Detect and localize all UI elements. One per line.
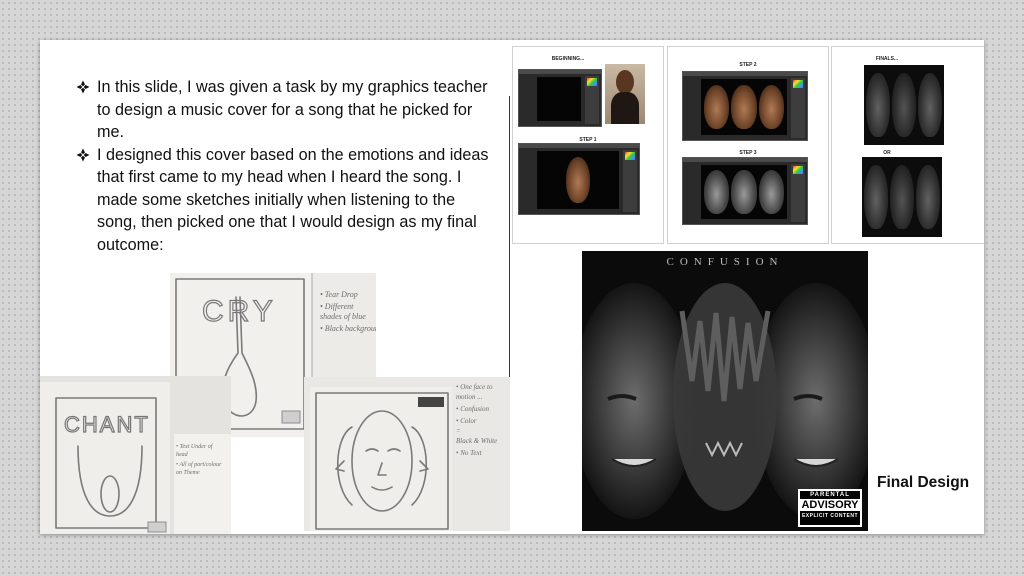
sketch-note: • Tear Drop <box>320 290 358 299</box>
sketch-note: • Text Under of <box>176 443 214 450</box>
sketch-photo-faces: • One face to motion ... • Confusion • C… <box>304 377 510 531</box>
final-design-label: Final Design <box>877 474 970 491</box>
process-doc-beginning: BEGINNING... STEP 1 <box>512 46 664 244</box>
bullet-item: In this slide, I was given a task by my … <box>76 76 496 144</box>
sketch-note: • Color <box>456 417 477 425</box>
final-cover-art: CONFUSION PARENTAL ADVISORY EXPLICIT CON… <box>582 251 868 531</box>
four-petal-diamond-icon <box>76 148 90 161</box>
cover-title: CONFUSION <box>666 256 784 268</box>
bullet-text: I designed this cover based on the emoti… <box>97 145 489 254</box>
photoshop-screenshot <box>682 157 808 225</box>
portrait-photo <box>605 64 645 124</box>
bullet-text: In this slide, I was given a task by my … <box>97 78 488 141</box>
sketch-note: = <box>456 427 461 435</box>
sketch-note: • No Text <box>456 449 483 457</box>
process-label-finals: FINALS... <box>875 56 899 62</box>
photoshop-screenshot <box>518 143 640 215</box>
process-doc-finals: FINALS... OR <box>831 46 984 244</box>
advisory-mid: ADVISORY <box>800 499 860 511</box>
bullet-list: In this slide, I was given a task by my … <box>76 76 496 256</box>
sketch-chant-title: CHANT <box>64 412 150 437</box>
slide: In this slide, I was given a task by my … <box>40 40 984 534</box>
sketch-note: • Confusion <box>456 405 489 413</box>
final-option-2 <box>862 157 942 237</box>
process-label-step3: STEP 3 <box>739 150 757 156</box>
advisory-top: PARENTAL <box>810 492 850 498</box>
sketch-note: shades of blue <box>320 312 366 321</box>
sketch-note: motion ... <box>456 393 483 401</box>
bullet-item: I designed this cover based on the emoti… <box>76 144 496 257</box>
advisory-bottom: EXPLICIT CONTENT <box>801 513 859 519</box>
sketch-note: • One face to <box>456 383 493 391</box>
process-label-or: OR <box>883 150 891 156</box>
sketch-note: on Theme <box>176 470 200 476</box>
process-label-beginning: BEGINNING... <box>551 56 585 62</box>
sketch-note: head <box>176 452 189 458</box>
sketch-photo-chant: CHANT • Text Under of head • All of part… <box>40 376 231 534</box>
four-petal-diamond-icon <box>76 80 90 94</box>
blank-area <box>231 439 304 534</box>
sketch-note: • Different <box>320 302 354 311</box>
sketch-note: • All of part/colour <box>176 461 222 468</box>
final-option-1 <box>864 65 944 145</box>
photoshop-screenshot <box>518 69 602 127</box>
parental-advisory-label: PARENTAL ADVISORY EXPLICIT CONTENT <box>798 489 862 527</box>
sketch-note: • Black background <box>320 324 376 333</box>
photoshop-screenshot <box>682 71 808 141</box>
process-label-step2: STEP 2 <box>739 62 757 68</box>
sketch-note: Black & White <box>456 437 497 445</box>
process-doc-steps: STEP 2 STEP 3 <box>667 46 829 244</box>
